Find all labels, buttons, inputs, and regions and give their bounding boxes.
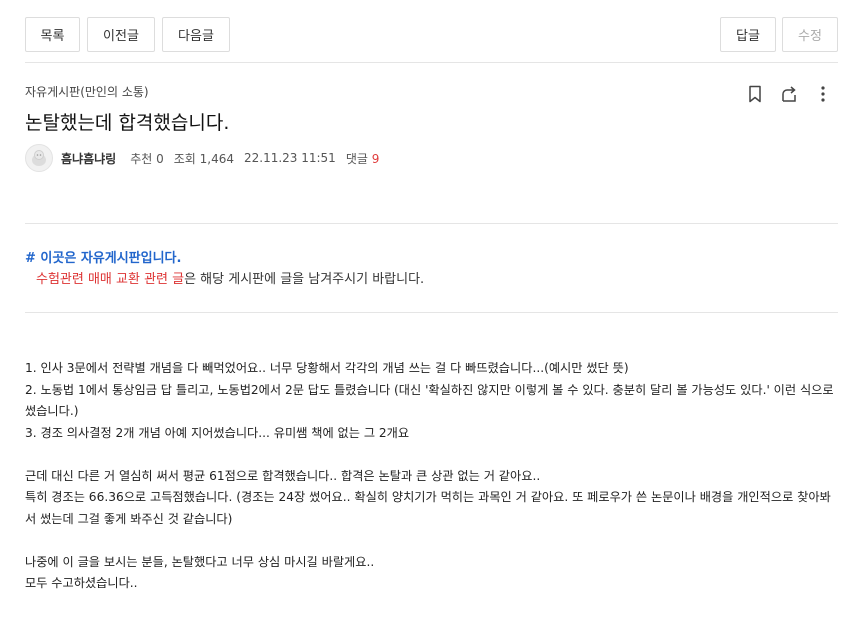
board-notice: # 이곳은 자유게시판입니다. 수험관련 매매 교환 관련 글은 해당 게시판에… [25,248,424,290]
board-name-link[interactable]: 자유게시판(만인의 소통) [25,83,149,100]
body-line: 1. 인사 3문에서 전략별 개념을 다 빼먹었어요.. 너무 당황해서 각각의… [25,361,629,375]
notice-highlight: 수험관련 매매 교환 관련 글 [36,272,185,287]
list-button[interactable]: 목록 [25,17,80,52]
body-line: 근데 대신 다른 거 열심히 써서 평균 61점으로 합격했습니다.. 합격은 … [25,468,541,483]
body-line: 2. 노동법 1에서 통상임금 답 틀리고, 노동법2에서 2문 답도 틀렸습니… [25,382,834,419]
body-gap [25,530,836,552]
bookmark-icon[interactable] [745,84,765,104]
meta-divider [25,223,838,224]
post-title: 논탈했는데 합격했습니다. [25,112,230,134]
notice-text: 수험관련 매매 교환 관련 글은 해당 게시판에 글을 남겨주시기 바랍니다. [25,269,424,290]
next-post-button[interactable]: 다음글 [162,17,230,52]
body-line: 3. 경조 의사결정 2개 개념 아예 지어썼습니다... 유미쌤 책에 없는 … [25,425,410,440]
comments-count: 9 [371,151,380,166]
share-icon[interactable] [779,84,799,104]
post-date: 22.11.23 11:51 [243,151,336,165]
more-vertical-icon[interactable] [813,84,833,104]
reply-button[interactable]: 답글 [720,17,776,52]
recommend-count: 추천 0 [130,151,164,166]
post-actions [745,83,833,105]
avatar-icon[interactable] [25,144,53,172]
body-line: 특히 경조는 66.36으로 고득점했습니다. (경조는 24장 썼어요.. 확… [25,490,831,526]
notice-title: # 이곳은 자유게시판입니다. [25,251,182,266]
prev-post-button[interactable]: 이전글 [87,17,155,52]
comments-label: 댓글 [345,151,368,166]
author-name[interactable]: 흠냐흠냐링 [61,150,116,167]
notice-rest: 은 해당 게시판에 글을 남겨주시기 바랍니다. [184,272,425,287]
body-gap [25,444,836,466]
top-divider [25,62,838,63]
body-line: 나중에 이 글을 보시는 분들, 논탈했다고 너무 상심 마시길 바랄게요.. [25,554,375,569]
post-toolbar: 목록 이전글 다음글 답글 수정 [25,17,838,52]
post-body: 1. 인사 3문에서 전략별 개념을 다 빼먹었어요.. 너무 당황해서 각각의… [25,358,836,595]
body-line: 모두 수고하셨습니다.. [25,576,138,590]
edit-button[interactable]: 수정 [782,17,838,52]
comments-link[interactable]: 댓글 9 [346,150,380,167]
notice-divider [25,312,838,313]
post-meta: 흠냐흠냐링 추천 0 조회 1,464 22.11.23 11:51 댓글 9 [25,142,389,174]
view-count: 조회 1,464 [173,151,234,166]
